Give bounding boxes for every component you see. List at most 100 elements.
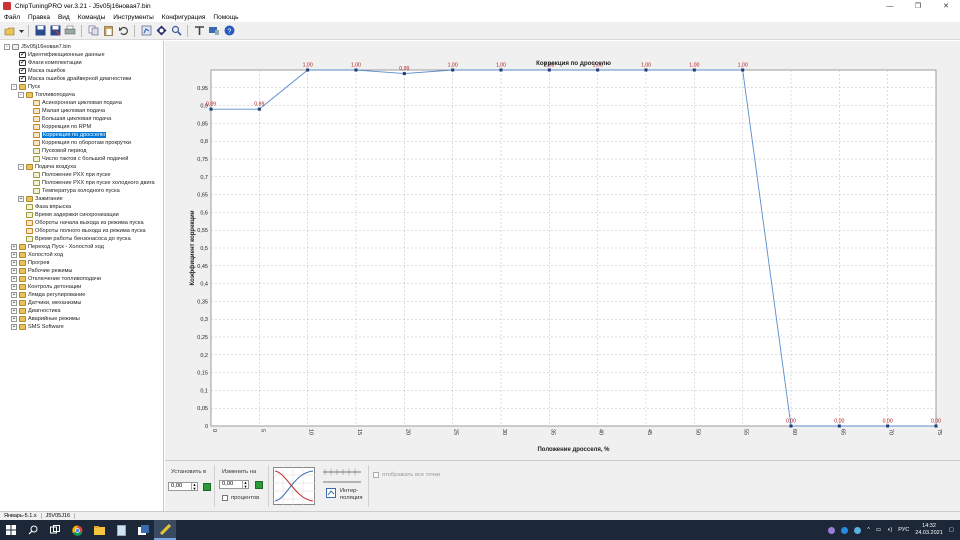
- tree-item[interactable]: - J5v05j16новая7.bin: [4, 43, 71, 51]
- expand-icon[interactable]: +: [11, 316, 17, 322]
- expand-icon[interactable]: +: [11, 252, 17, 258]
- menu-help[interactable]: Помощь: [209, 14, 242, 21]
- expand-icon[interactable]: +: [11, 284, 17, 290]
- diagnostic-icon[interactable]: [154, 24, 168, 38]
- data-point[interactable]: [451, 68, 455, 72]
- tree-item[interactable]: + Рабочие режимы: [11, 267, 72, 275]
- tree-item[interactable]: + Переход Пуск - Холостой ход: [11, 243, 104, 251]
- open-icon[interactable]: [3, 24, 17, 38]
- app-icon[interactable]: [132, 520, 154, 540]
- tree-item[interactable]: Положение РХХ при пуске: [33, 171, 111, 179]
- maximize-button[interactable]: ❐: [904, 0, 932, 12]
- tree-item[interactable]: Маска ошибок драйверной диагностики: [19, 74, 131, 83]
- tree-item[interactable]: Температура холодного пуска: [33, 187, 120, 195]
- data-point[interactable]: [644, 68, 648, 72]
- file-explorer-icon[interactable]: [88, 520, 110, 540]
- tree-item[interactable]: + Контроль детонации: [11, 283, 81, 291]
- paste-icon[interactable]: [101, 24, 115, 38]
- collapse-icon[interactable]: -: [4, 44, 10, 50]
- show-all-points-checkbox[interactable]: [373, 472, 379, 478]
- tree-item[interactable]: Флаги комплектации: [19, 58, 82, 67]
- expand-icon[interactable]: +: [11, 260, 17, 266]
- collapse-icon[interactable]: -: [11, 84, 17, 90]
- data-point[interactable]: [741, 68, 745, 72]
- data-point[interactable]: [306, 68, 310, 72]
- apply-set-button[interactable]: [203, 483, 211, 491]
- language-indicator[interactable]: РУС: [898, 527, 909, 533]
- menu-view[interactable]: Вид: [54, 14, 74, 21]
- data-point[interactable]: [934, 424, 938, 428]
- compare-icon[interactable]: [139, 24, 153, 38]
- interpolation-icon[interactable]: [326, 488, 336, 498]
- tree-item[interactable]: - Пуск: [11, 83, 40, 91]
- help-icon[interactable]: ?: [222, 24, 236, 38]
- search-icon[interactable]: [22, 520, 44, 540]
- tree-item[interactable]: + SMS Software: [11, 323, 64, 331]
- expand-icon[interactable]: +: [11, 268, 17, 274]
- connection-icon[interactable]: [207, 24, 221, 38]
- chevron-up-icon[interactable]: ^: [867, 527, 870, 533]
- tray-app-icon[interactable]: [828, 526, 836, 534]
- tree-item[interactable]: Идентификационные данные: [19, 50, 105, 59]
- data-point[interactable]: [596, 68, 600, 72]
- expand-icon[interactable]: +: [11, 308, 17, 314]
- menu-configuration[interactable]: Конфигурация: [158, 14, 210, 21]
- expand-icon[interactable]: +: [11, 300, 17, 306]
- tree-item[interactable]: + Зажигание: [18, 195, 63, 203]
- collapse-icon[interactable]: -: [18, 164, 24, 170]
- close-button[interactable]: ✕: [932, 0, 960, 12]
- tree-item[interactable]: + Диагностика: [11, 307, 60, 315]
- tree-item[interactable]: + Отключение топливоподачи: [11, 275, 101, 283]
- tree-item[interactable]: Малая цикловая подача: [33, 107, 105, 115]
- expand-icon[interactable]: +: [18, 196, 24, 202]
- tree-item[interactable]: - Подача воздуха: [18, 163, 76, 171]
- save-icon[interactable]: [33, 24, 47, 38]
- expand-icon[interactable]: +: [11, 324, 17, 330]
- tree-item[interactable]: + Прогрев: [11, 259, 49, 267]
- tray-app-icon[interactable]: [841, 526, 849, 534]
- throttle-correction-chart[interactable]: 0 0,05 0,1 0,15 0,2 0,25 0,3 0,35 0,4 0,45 0,5 0,55…: [165, 41, 960, 460]
- menu-edit[interactable]: Правка: [24, 14, 54, 21]
- tree-item[interactable]: Время работы бензонасоса до пуска: [26, 235, 131, 243]
- tree-item[interactable]: Маска ошибок: [19, 66, 65, 75]
- copy-icon[interactable]: [86, 24, 100, 38]
- chrome-icon[interactable]: [66, 520, 88, 540]
- dropdown-arrow-icon[interactable]: [18, 24, 24, 38]
- menu-tools[interactable]: Инструменты: [109, 14, 158, 21]
- tree-item[interactable]: + Датчики, механизмы: [11, 299, 81, 307]
- windows-start-icon[interactable]: [0, 520, 22, 540]
- tray-app-icon[interactable]: [854, 526, 862, 534]
- tree-item[interactable]: Коррекция по RPM: [33, 123, 91, 131]
- data-point[interactable]: [499, 68, 503, 72]
- spin-arrows-icon[interactable]: ▲ ▼: [191, 483, 197, 490]
- minimize-button[interactable]: —: [876, 0, 904, 12]
- tree-item[interactable]: Пусковой период: [33, 147, 87, 155]
- notification-icon[interactable]: ▢: [949, 527, 954, 533]
- spin-arrows-icon[interactable]: ▲ ▼: [242, 481, 248, 488]
- change-by-input[interactable]: 0,00 ▲ ▼: [219, 480, 249, 489]
- data-point[interactable]: [402, 72, 406, 76]
- clock[interactable]: 14:32 24.03.2021: [915, 523, 943, 537]
- data-point[interactable]: [692, 68, 696, 72]
- data-point[interactable]: [354, 68, 358, 72]
- print-icon[interactable]: [63, 24, 77, 38]
- data-point[interactable]: [209, 107, 213, 111]
- tree-item[interactable]: Время задержки синхронизации: [26, 211, 119, 219]
- tree-item[interactable]: + Аварийные режимы: [11, 315, 80, 323]
- expand-icon[interactable]: +: [11, 244, 17, 250]
- tree-item[interactable]: Обороты начала выхода из режима пуска: [26, 219, 144, 227]
- expand-icon[interactable]: +: [11, 276, 17, 282]
- tree-item[interactable]: Фаза впрыска: [26, 203, 71, 211]
- menu-file[interactable]: Файл: [0, 14, 24, 21]
- data-point[interactable]: [789, 424, 793, 428]
- tree-item[interactable]: Асинхронная цикловая подача: [33, 99, 122, 107]
- network-icon[interactable]: ▭: [876, 527, 881, 533]
- smoothing-slider-icon[interactable]: [321, 467, 363, 487]
- data-point[interactable]: [837, 424, 841, 428]
- tree-item[interactable]: - Топливоподача: [18, 91, 75, 99]
- task-view-icon[interactable]: [44, 520, 66, 540]
- tree-item[interactable]: + Холостой ход: [11, 251, 63, 259]
- tree-item[interactable]: Число тактов с большой подачей: [33, 155, 128, 163]
- percent-checkbox[interactable]: [222, 495, 228, 501]
- volume-icon[interactable]: ◖): [887, 527, 892, 533]
